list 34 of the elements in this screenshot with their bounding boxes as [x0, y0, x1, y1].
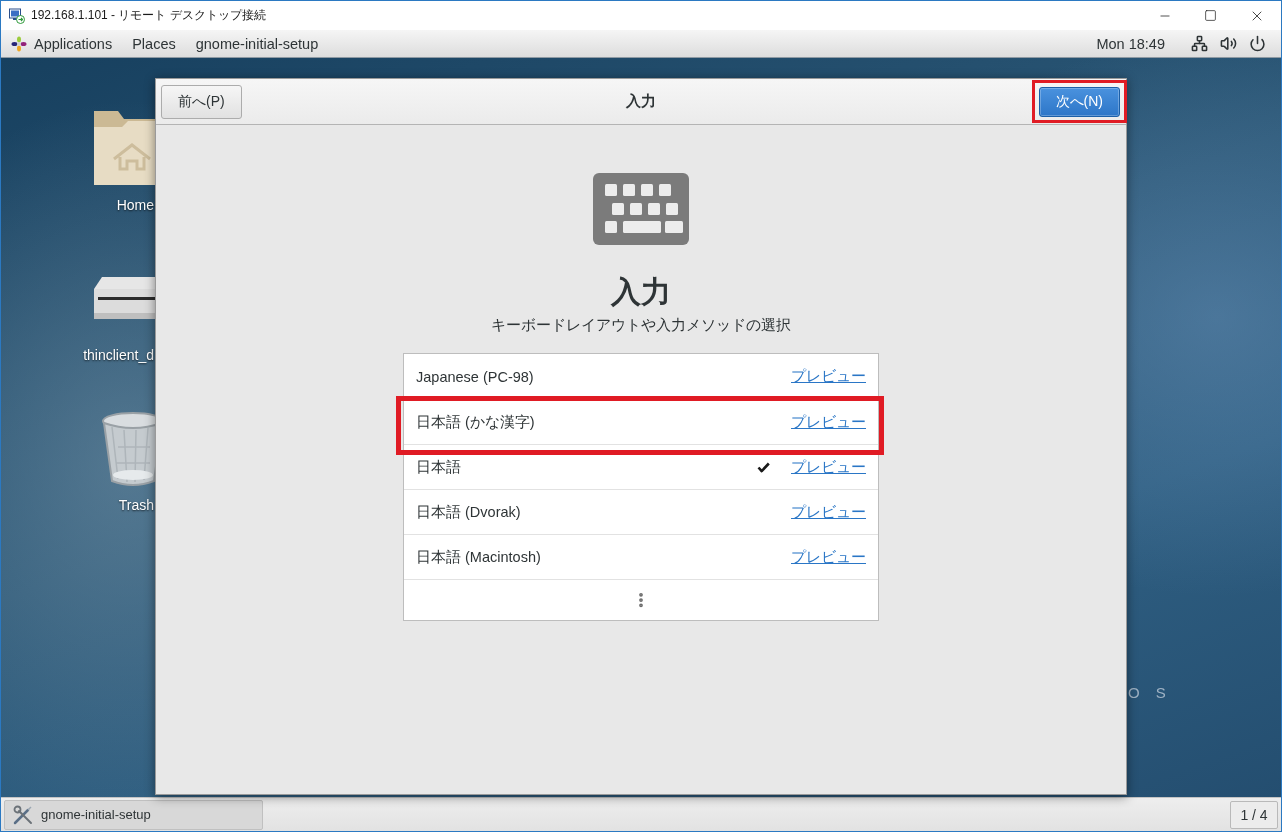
flower-logo-icon [11, 35, 27, 52]
page-heading: 入力 [611, 274, 671, 310]
applications-menu[interactable]: Applications [1, 29, 123, 58]
preview-link[interactable]: プレビュー [791, 547, 866, 567]
layout-name[interactable]: 日本語 (Dvorak) [416, 502, 791, 522]
task-button[interactable]: gnome-initial-setup [4, 799, 263, 830]
preview-link[interactable]: プレビュー [791, 367, 866, 386]
next-button[interactable]: 次へ(N) [1038, 86, 1120, 117]
desktop-icon-label: thinclient_d [83, 347, 154, 363]
workspace-button[interactable]: 1 / 4 [1230, 800, 1278, 829]
preview-link[interactable]: プレビュー [791, 412, 866, 432]
desktop-icon-label: Trash [118, 497, 154, 513]
power-icon[interactable] [1249, 35, 1266, 52]
volume-icon[interactable] [1220, 35, 1237, 52]
preview-link[interactable]: プレビュー [791, 457, 866, 477]
maximize-icon[interactable] [1204, 9, 1217, 22]
app-menu[interactable]: gnome-initial-setup [185, 29, 329, 58]
keyboard-icon [593, 173, 689, 245]
remote-desktop-icon [9, 7, 25, 24]
network-icon[interactable] [1191, 35, 1208, 52]
back-button[interactable]: 前へ(P) [161, 84, 242, 119]
layout-name[interactable]: 日本語 (Macintosh) [416, 547, 791, 567]
window-title: 192.168.1.101 - リモート デスクトップ接続 [31, 7, 266, 24]
desktop-icon-label: Home [116, 197, 154, 213]
page-subtitle: キーボードレイアウトや入力メソッドの選択 [491, 316, 791, 335]
tools-icon [13, 804, 33, 825]
layout-name[interactable]: Japanese (PC-98) [416, 368, 791, 385]
layout-name[interactable]: 日本語 (かな漢字) [416, 412, 791, 432]
wallpaper-text: O S [1128, 684, 1172, 701]
dialog-title: 入力 [625, 92, 656, 111]
places-menu[interactable]: Places [122, 29, 186, 58]
preview-link[interactable]: プレビュー [791, 502, 866, 522]
layout-name[interactable]: 日本語 [416, 457, 757, 477]
clock[interactable]: Mon 18:49 [1096, 35, 1179, 52]
